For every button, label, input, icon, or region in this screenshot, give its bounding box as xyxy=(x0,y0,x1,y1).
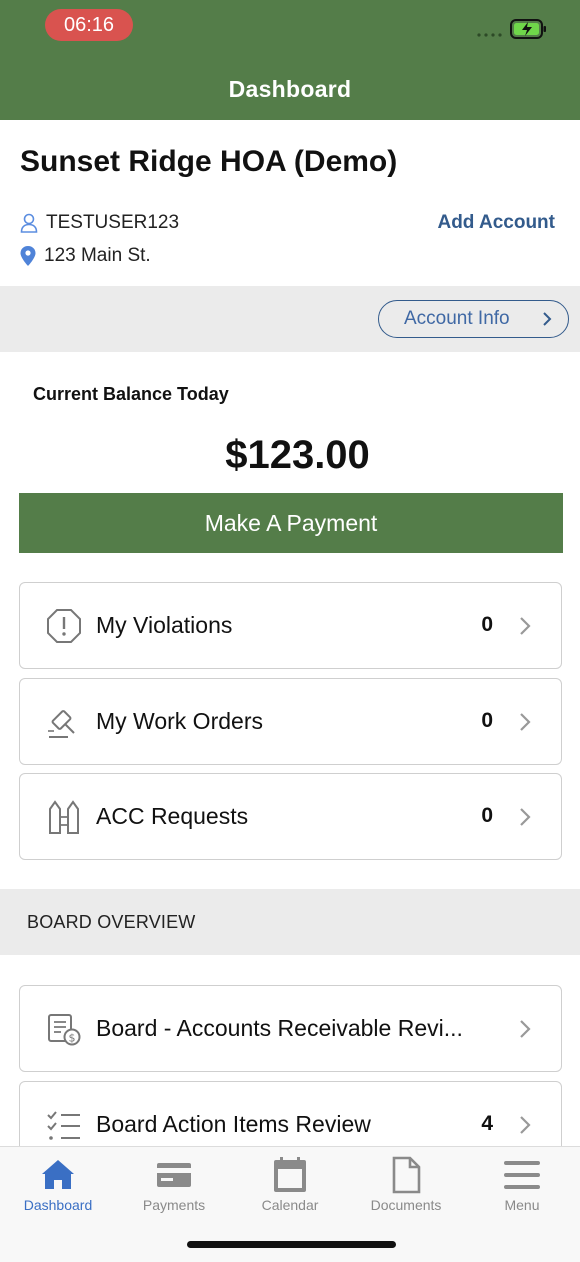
status-time: 06:16 xyxy=(45,9,133,41)
svg-text:$: $ xyxy=(69,1032,76,1045)
card-label: Board Action Items Review xyxy=(96,1111,371,1137)
tab-label: Calendar xyxy=(261,1197,319,1213)
board-overview-heading: BOARD OVERVIEW xyxy=(27,912,196,932)
card-label: ACC Requests xyxy=(96,803,249,829)
acc-requests-card[interactable]: ACC Requests 0 xyxy=(19,773,562,860)
menu-icon xyxy=(504,1161,540,1189)
user-icon xyxy=(20,213,38,233)
tab-label: Documents xyxy=(370,1197,442,1213)
account-info-label: Account Info xyxy=(404,308,510,329)
username-row: TESTUSER123 xyxy=(20,212,179,234)
chevron-right-icon xyxy=(520,1020,531,1038)
chevron-right-icon xyxy=(520,1116,531,1134)
tab-dashboard[interactable]: Dashboard xyxy=(0,1147,116,1227)
chevron-right-icon xyxy=(520,808,531,826)
association-name: Sunset Ridge HOA (Demo) xyxy=(20,145,398,178)
tab-documents[interactable]: Documents xyxy=(348,1147,464,1227)
board-accounts-receivable-card[interactable]: $ Board - Accounts Receivable Revi... xyxy=(19,985,562,1072)
make-payment-button[interactable]: Make A Payment xyxy=(19,493,563,553)
location-pin-icon xyxy=(20,246,36,266)
card-count: 0 xyxy=(481,804,493,827)
gavel-icon xyxy=(48,710,75,738)
home-indicator[interactable] xyxy=(187,1241,396,1248)
chevron-right-icon xyxy=(543,312,552,326)
tab-label: Menu xyxy=(504,1197,540,1213)
card-count: 0 xyxy=(481,613,493,636)
my-violations-card[interactable]: My Violations 0 xyxy=(19,582,562,669)
tab-label: Dashboard xyxy=(23,1197,93,1213)
balance-amount: $123.00 xyxy=(225,433,370,477)
account-info-button[interactable]: Account Info xyxy=(378,300,569,338)
card-count: 4 xyxy=(481,1112,493,1135)
add-account-link[interactable]: Add Account xyxy=(437,212,555,234)
address: 123 Main St. xyxy=(44,245,151,266)
card-label: My Work Orders xyxy=(96,708,263,734)
tab-menu[interactable]: Menu xyxy=(464,1147,580,1227)
tab-label: Payments xyxy=(142,1197,206,1213)
my-work-orders-card[interactable]: My Work Orders 0 xyxy=(19,678,562,765)
card-label: My Violations xyxy=(96,612,233,638)
signal-icon xyxy=(477,33,502,37)
document-icon xyxy=(392,1156,421,1194)
username: TESTUSER123 xyxy=(46,212,180,233)
tab-payments[interactable]: Payments xyxy=(116,1147,232,1227)
building-icon xyxy=(49,800,79,834)
card-count: 0 xyxy=(481,709,493,732)
battery-icon xyxy=(510,19,546,39)
header-bar: 06:16 Dashboard xyxy=(0,0,580,120)
calendar-icon xyxy=(274,1157,306,1192)
balance-label: Current Balance Today xyxy=(33,384,229,404)
chevron-right-icon xyxy=(520,617,531,635)
card-label: Board - Accounts Receivable Revi... xyxy=(96,1015,463,1041)
credit-card-icon xyxy=(157,1163,191,1187)
home-icon xyxy=(42,1160,74,1189)
checklist-icon xyxy=(47,1111,80,1140)
alert-octagon-icon xyxy=(47,609,81,643)
ledger-dollar-icon: $ xyxy=(48,1014,81,1046)
tab-calendar[interactable]: Calendar xyxy=(232,1147,348,1227)
chevron-right-icon xyxy=(520,713,531,731)
address-row: 123 Main St. xyxy=(20,245,151,267)
page-title: Dashboard xyxy=(228,76,352,102)
